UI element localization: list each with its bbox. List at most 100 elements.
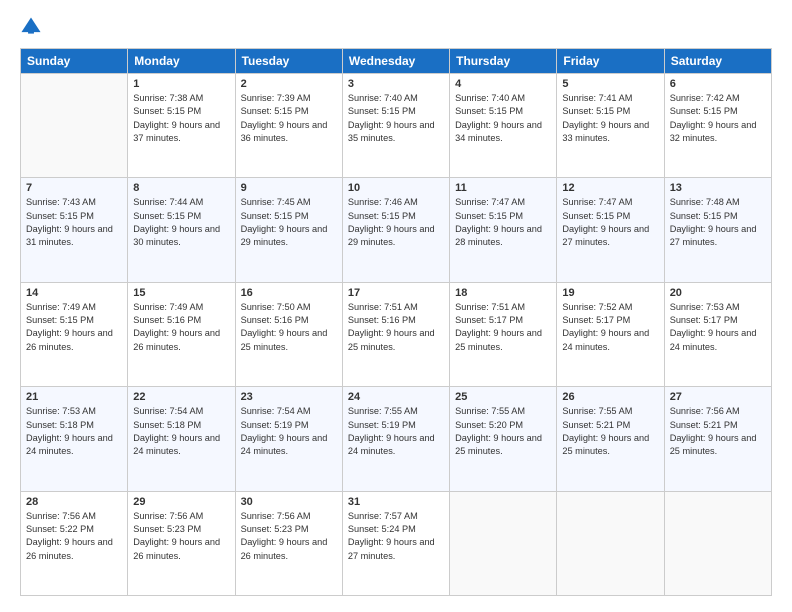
day-header-friday: Friday [557, 49, 664, 74]
calendar-cell: 1Sunrise: 7:38 AMSunset: 5:15 PMDaylight… [128, 74, 235, 178]
day-header-sunday: Sunday [21, 49, 128, 74]
day-info: Sunrise: 7:39 AMSunset: 5:15 PMDaylight:… [241, 92, 337, 145]
day-number: 9 [241, 182, 337, 194]
day-number: 16 [241, 287, 337, 299]
day-number: 29 [133, 496, 229, 508]
day-info: Sunrise: 7:53 AMSunset: 5:18 PMDaylight:… [26, 405, 122, 458]
day-number: 2 [241, 78, 337, 90]
day-info: Sunrise: 7:47 AMSunset: 5:15 PMDaylight:… [562, 196, 658, 249]
calendar-cell: 30 Sunrise: 7:56 AMSunset: 5:23 PMDayligh… [235, 491, 342, 595]
day-info: Sunrise: 7:47 AMSunset: 5:15 PMDaylight:… [455, 196, 551, 249]
day-number: 18 [455, 287, 551, 299]
day-number: 19 [562, 287, 658, 299]
day-number: 6 [670, 78, 766, 90]
logo-icon [20, 16, 42, 38]
calendar-cell: 13Sunrise: 7:48 AMSunset: 5:15 PMDayligh… [664, 178, 771, 282]
day-number: 30 [241, 496, 337, 508]
day-number: 7 [26, 182, 122, 194]
day-header-tuesday: Tuesday [235, 49, 342, 74]
day-info: Sunrise: 7:52 AMSunset: 5:17 PMDaylight:… [562, 301, 658, 354]
day-info: Sunrise: 7:54 AMSunset: 5:19 PMDaylight:… [241, 405, 337, 458]
day-number: 3 [348, 78, 444, 90]
day-header-monday: Monday [128, 49, 235, 74]
calendar-cell: 18 Sunrise: 7:51 AMSunset: 5:17 PMDayligh… [450, 282, 557, 386]
calendar-week-row: 28 Sunrise: 7:56 AMSunset: 5:22 PMDayligh… [21, 491, 772, 595]
day-info: Sunrise: 7:51 AMSunset: 5:16 PMDaylight:… [348, 301, 444, 354]
calendar-cell: 3 Sunrise: 7:40 AMSunset: 5:15 PMDaylight… [342, 74, 449, 178]
day-header-wednesday: Wednesday [342, 49, 449, 74]
calendar-week-row: 21 Sunrise: 7:53 AMSunset: 5:18 PMDayligh… [21, 387, 772, 491]
day-info: Sunrise: 7:44 AMSunset: 5:15 PMDaylight:… [133, 196, 229, 249]
calendar-cell: 11 Sunrise: 7:47 AMSunset: 5:15 PMDayligh… [450, 178, 557, 282]
calendar-cell: 15 Sunrise: 7:49 AMSunset: 5:16 PMDayligh… [128, 282, 235, 386]
calendar-cell: 8 Sunrise: 7:44 AMSunset: 5:15 PMDaylight… [128, 178, 235, 282]
day-info: Sunrise: 7:43 AMSunset: 5:15 PMDaylight:… [26, 196, 122, 249]
day-info: Sunrise: 7:50 AMSunset: 5:16 PMDaylight:… [241, 301, 337, 354]
day-info: Sunrise: 7:49 AMSunset: 5:16 PMDaylight:… [133, 301, 229, 354]
calendar-cell: 24Sunrise: 7:55 AMSunset: 5:19 PMDayligh… [342, 387, 449, 491]
calendar-cell [450, 491, 557, 595]
day-info: Sunrise: 7:56 AMSunset: 5:23 PMDaylight:… [241, 510, 337, 563]
calendar-cell [557, 491, 664, 595]
day-number: 20 [670, 287, 766, 299]
day-number: 5 [562, 78, 658, 90]
day-header-saturday: Saturday [664, 49, 771, 74]
calendar-cell: 23 Sunrise: 7:54 AMSunset: 5:19 PMDayligh… [235, 387, 342, 491]
day-number: 23 [241, 391, 337, 403]
calendar-cell: 2 Sunrise: 7:39 AMSunset: 5:15 PMDaylight… [235, 74, 342, 178]
day-info: Sunrise: 7:54 AMSunset: 5:18 PMDaylight:… [133, 405, 229, 458]
day-info: Sunrise: 7:53 AMSunset: 5:17 PMDaylight:… [670, 301, 766, 354]
calendar-week-row: 14Sunrise: 7:49 AMSunset: 5:15 PMDayligh… [21, 282, 772, 386]
calendar-cell: 26Sunrise: 7:55 AMSunset: 5:21 PMDayligh… [557, 387, 664, 491]
day-info: Sunrise: 7:48 AMSunset: 5:15 PMDaylight:… [670, 196, 766, 249]
calendar-cell: 4Sunrise: 7:40 AMSunset: 5:15 PMDaylight… [450, 74, 557, 178]
calendar-cell: 5 Sunrise: 7:41 AMSunset: 5:15 PMDaylight… [557, 74, 664, 178]
day-number: 21 [26, 391, 122, 403]
day-info: Sunrise: 7:56 AMSunset: 5:21 PMDaylight:… [670, 405, 766, 458]
day-info: Sunrise: 7:41 AMSunset: 5:15 PMDaylight:… [562, 92, 658, 145]
day-info: Sunrise: 7:56 AMSunset: 5:22 PMDaylight:… [26, 510, 122, 563]
day-info: Sunrise: 7:55 AMSunset: 5:20 PMDaylight:… [455, 405, 551, 458]
day-info: Sunrise: 7:46 AMSunset: 5:15 PMDaylight:… [348, 196, 444, 249]
day-number: 11 [455, 182, 551, 194]
day-number: 1 [133, 78, 229, 90]
header [20, 16, 772, 38]
day-header-thursday: Thursday [450, 49, 557, 74]
day-info: Sunrise: 7:51 AMSunset: 5:17 PMDaylight:… [455, 301, 551, 354]
day-number: 24 [348, 391, 444, 403]
calendar-cell: 7 Sunrise: 7:43 AMSunset: 5:15 PMDaylight… [21, 178, 128, 282]
calendar-cell: 9Sunrise: 7:45 AMSunset: 5:15 PMDaylight… [235, 178, 342, 282]
calendar-cell: 14Sunrise: 7:49 AMSunset: 5:15 PMDayligh… [21, 282, 128, 386]
page: SundayMondayTuesdayWednesdayThursdayFrid… [0, 0, 792, 612]
calendar-cell: 31 Sunrise: 7:57 AMSunset: 5:24 PMDayligh… [342, 491, 449, 595]
calendar-cell [664, 491, 771, 595]
day-info: Sunrise: 7:56 AMSunset: 5:23 PMDaylight:… [133, 510, 229, 563]
day-number: 15 [133, 287, 229, 299]
calendar-cell: 19 Sunrise: 7:52 AMSunset: 5:17 PMDayligh… [557, 282, 664, 386]
day-number: 17 [348, 287, 444, 299]
calendar-cell: 29 Sunrise: 7:56 AMSunset: 5:23 PMDayligh… [128, 491, 235, 595]
calendar-week-row: 1Sunrise: 7:38 AMSunset: 5:15 PMDaylight… [21, 74, 772, 178]
day-number: 27 [670, 391, 766, 403]
calendar-cell: 22 Sunrise: 7:54 AMSunset: 5:18 PMDayligh… [128, 387, 235, 491]
calendar-cell: 27 Sunrise: 7:56 AMSunset: 5:21 PMDayligh… [664, 387, 771, 491]
day-number: 14 [26, 287, 122, 299]
calendar-week-row: 7 Sunrise: 7:43 AMSunset: 5:15 PMDaylight… [21, 178, 772, 282]
calendar-cell: 12Sunrise: 7:47 AMSunset: 5:15 PMDayligh… [557, 178, 664, 282]
day-number: 31 [348, 496, 444, 508]
calendar: SundayMondayTuesdayWednesdayThursdayFrid… [20, 48, 772, 596]
day-info: Sunrise: 7:55 AMSunset: 5:21 PMDaylight:… [562, 405, 658, 458]
day-info: Sunrise: 7:57 AMSunset: 5:24 PMDaylight:… [348, 510, 444, 563]
day-number: 10 [348, 182, 444, 194]
day-number: 8 [133, 182, 229, 194]
day-info: Sunrise: 7:40 AMSunset: 5:15 PMDaylight:… [455, 92, 551, 145]
calendar-cell: 20 Sunrise: 7:53 AMSunset: 5:17 PMDayligh… [664, 282, 771, 386]
day-info: Sunrise: 7:40 AMSunset: 5:15 PMDaylight:… [348, 92, 444, 145]
day-number: 28 [26, 496, 122, 508]
calendar-cell: 28 Sunrise: 7:56 AMSunset: 5:22 PMDayligh… [21, 491, 128, 595]
calendar-cell: 10 Sunrise: 7:46 AMSunset: 5:15 PMDayligh… [342, 178, 449, 282]
day-info: Sunrise: 7:42 AMSunset: 5:15 PMDaylight:… [670, 92, 766, 145]
calendar-cell: 17 Sunrise: 7:51 AMSunset: 5:16 PMDayligh… [342, 282, 449, 386]
calendar-cell: 16 Sunrise: 7:50 AMSunset: 5:16 PMDayligh… [235, 282, 342, 386]
day-number: 22 [133, 391, 229, 403]
